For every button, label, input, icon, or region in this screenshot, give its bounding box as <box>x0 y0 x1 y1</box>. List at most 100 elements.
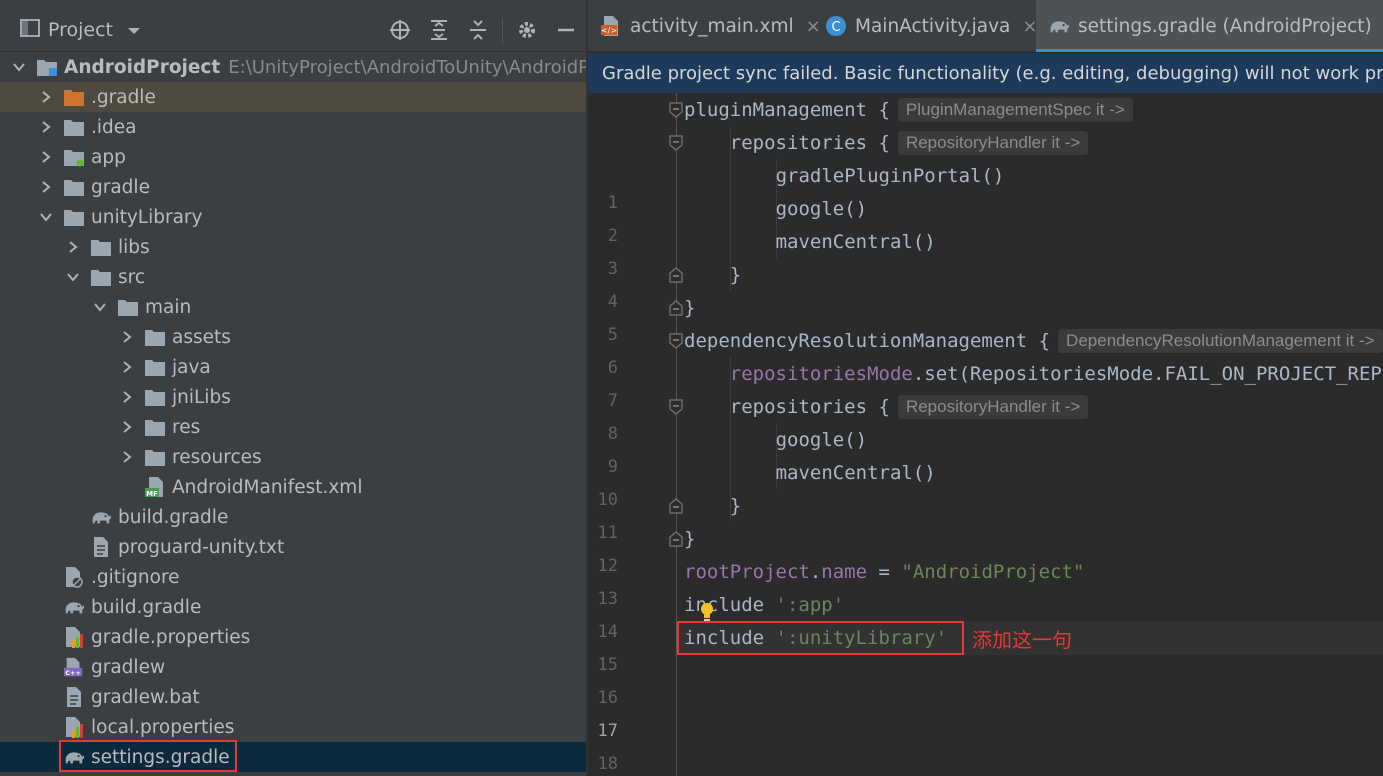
tree-item-libs[interactable]: libs <box>0 232 586 262</box>
folder-icon <box>144 387 166 407</box>
properties-file-icon <box>63 717 85 738</box>
chevron-right-icon[interactable] <box>120 420 134 434</box>
folder-orange-icon <box>63 87 85 107</box>
chevron-right-icon[interactable] <box>120 390 134 404</box>
chevron-down-icon[interactable] <box>39 210 53 224</box>
chevron-right-icon[interactable] <box>39 150 53 164</box>
tree-item-gradle[interactable]: gradle <box>0 172 586 202</box>
gear-icon[interactable] <box>515 18 539 42</box>
fold-end-icon[interactable] <box>669 267 683 283</box>
tree-item-proguard-unity-txt[interactable]: proguard-unity.txt <box>0 532 586 562</box>
folder-icon <box>63 207 85 227</box>
code-line[interactable]: } <box>684 522 695 555</box>
tree-item-app[interactable]: app <box>0 142 586 172</box>
tab-activity-main-xml[interactable]: </> activity_main.xml × <box>588 0 821 52</box>
tree-item-main[interactable]: main <box>0 292 586 322</box>
chevron-right-icon[interactable] <box>39 120 53 134</box>
folder-icon <box>90 237 112 257</box>
tree-item-java[interactable]: java <box>0 352 586 382</box>
collapse-all-icon[interactable] <box>466 18 490 42</box>
tree-item-resources[interactable]: resources <box>0 442 586 472</box>
line-number: 18 <box>597 754 618 774</box>
code-line[interactable]: google() <box>684 423 868 456</box>
project-view-selector[interactable]: Project <box>20 19 141 41</box>
fold-end-icon[interactable] <box>669 531 683 547</box>
chevron-right-icon[interactable] <box>120 450 134 464</box>
project-path: E:\UnityProject\AndroidToUnity\AndroidPr… <box>228 56 586 78</box>
code-line[interactable]: } <box>684 291 695 324</box>
chevron-down-icon[interactable] <box>12 60 26 74</box>
tree-item-gradle-properties[interactable]: gradle.properties <box>0 622 586 652</box>
tree-item-label: .gradle <box>91 86 156 108</box>
fold-gutter-line <box>676 93 677 776</box>
tree-item-src[interactable]: src <box>0 262 586 292</box>
tree-arrow-spacer <box>39 630 53 644</box>
tree-item-gradlew[interactable]: C++ gradlew <box>0 652 586 682</box>
code-line[interactable]: repositories {RepositoryHandler it -> <box>684 126 1089 159</box>
code-line[interactable]: pluginManagement {PluginManagementSpec i… <box>684 93 1133 126</box>
tree-item-res[interactable]: res <box>0 412 586 442</box>
folder-icon <box>117 297 139 317</box>
code-line[interactable]: } <box>684 258 741 291</box>
tree-item-local-properties[interactable]: local.properties <box>0 712 586 742</box>
code-token: } <box>684 527 696 550</box>
chevron-down-icon[interactable] <box>66 270 80 284</box>
code-line[interactable]: repositories {RepositoryHandler it -> <box>684 390 1089 423</box>
tree-item-label: build.gradle <box>91 596 202 618</box>
code-token: google() <box>775 428 868 451</box>
tree-item-androidmanifest-xml[interactable]: MF AndroidManifest.xml <box>0 472 586 502</box>
code-line[interactable]: rootProject. name = "AndroidProject" <box>684 555 1084 588</box>
fold-collapse-icon[interactable] <box>669 399 683 415</box>
tree-item-build-gradle[interactable]: build.gradle <box>0 592 586 622</box>
fold-collapse-icon[interactable] <box>669 135 683 151</box>
tree-item-idea[interactable]: .idea <box>0 112 586 142</box>
lightbulb-icon[interactable] <box>699 602 715 626</box>
tab-label: activity_main.xml <box>630 15 794 37</box>
expand-all-icon[interactable] <box>427 18 451 42</box>
fold-collapse-icon[interactable] <box>669 102 683 118</box>
code-line[interactable]: google() <box>684 192 868 225</box>
hide-panel-icon[interactable] <box>554 18 578 42</box>
chevron-right-icon[interactable] <box>120 360 134 374</box>
locate-crosshair-icon[interactable] <box>388 18 412 42</box>
tree-item-label: proguard-unity.txt <box>118 536 285 558</box>
code-token: mavenCentral() <box>775 230 936 253</box>
chevron-down-icon[interactable] <box>93 300 107 314</box>
tree-item-build-gradle[interactable]: build.gradle <box>0 502 586 532</box>
code-line[interactable]: gradlePluginPortal() <box>684 159 1005 192</box>
chevron-down-icon[interactable] <box>127 21 141 40</box>
tree-item-gradle[interactable]: .gradle <box>0 82 586 112</box>
chevron-right-icon[interactable] <box>120 330 134 344</box>
tab-mainactivity-java[interactable]: C MainActivity.java × <box>813 0 1037 52</box>
tree-item-assets[interactable]: assets <box>0 322 586 352</box>
line-number: 4 <box>607 292 618 312</box>
app-module-icon <box>63 147 85 167</box>
parameter-hint: DependencyResolutionManagement it -> <box>1058 328 1383 353</box>
tree-item-unitylibrary[interactable]: unityLibrary <box>0 202 586 232</box>
code-token: repositories { <box>729 395 890 418</box>
code-line[interactable]: dependencyResolutionManagement {Dependen… <box>684 324 1383 357</box>
tree-item-label: gradlew <box>91 656 166 678</box>
code-token: google() <box>775 197 868 220</box>
chevron-right-icon[interactable] <box>66 240 80 254</box>
cpp-script-file-icon: C++ <box>63 657 85 677</box>
code-line[interactable]: } <box>684 489 741 522</box>
tree-item-label: gradle.properties <box>91 626 251 648</box>
code-line[interactable]: repositoriesMode .set(RepositoriesMode.FA… <box>684 357 1383 390</box>
tree-item-gitignore[interactable]: .gitignore <box>0 562 586 592</box>
tree-item-androidproject[interactable]: AndroidProject E:\UnityProject\AndroidToU… <box>0 52 586 82</box>
annotation-text: 添加这一句 <box>972 628 1072 652</box>
chevron-right-icon[interactable] <box>39 90 53 104</box>
line-number: 17 <box>597 721 618 741</box>
tree-item-gradlew-bat[interactable]: gradlew.bat <box>0 682 586 712</box>
property-token: rootProject <box>684 560 810 583</box>
fold-end-icon[interactable] <box>669 498 683 514</box>
code-line[interactable]: mavenCentral() <box>684 456 936 489</box>
fold-end-icon[interactable] <box>669 300 683 316</box>
tree-arrow-spacer <box>120 480 134 494</box>
tab-settings-gradle-androidproject[interactable]: settings.gradle (AndroidProject)× <box>1036 0 1383 52</box>
fold-collapse-icon[interactable] <box>669 333 683 349</box>
code-line[interactable]: mavenCentral() <box>684 225 936 258</box>
tree-item-jnilibs[interactable]: jniLibs <box>0 382 586 412</box>
chevron-right-icon[interactable] <box>39 180 53 194</box>
